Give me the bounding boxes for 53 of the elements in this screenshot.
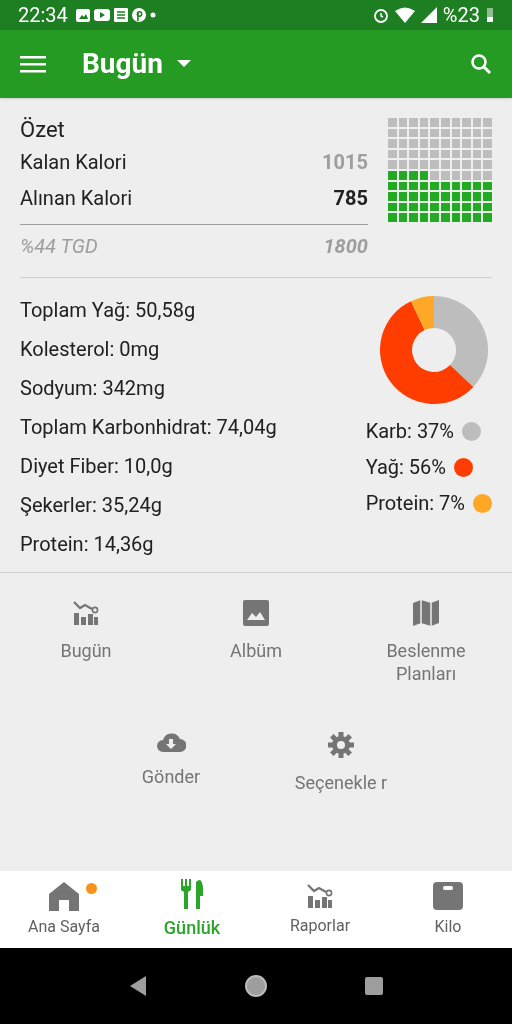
- recents-icon[interactable]: [364, 976, 384, 996]
- nutrient-text: Kolesterol: 0mg: [20, 336, 161, 363]
- battery-percent: %23: [442, 2, 480, 29]
- fork-knife-icon: [180, 878, 204, 910]
- nutrient-text: Sodyum: 342mg: [20, 375, 166, 402]
- shortcut-button[interactable]: Seçenekle r: [256, 731, 426, 863]
- settings-icon: [327, 731, 355, 759]
- summary-value: 785: [333, 185, 368, 212]
- nutrient-text: Toplam Karbonhidrat: 74,04g: [20, 414, 278, 441]
- legend-label: Yağ: 56%: [365, 456, 446, 478]
- nutrient-text: Protein: 14,36g: [20, 531, 155, 558]
- gallery-notification-icon: [75, 8, 90, 22]
- nav-tab[interactable]: Ana Sayfa: [0, 871, 128, 948]
- goal-percent: %44 TGD: [20, 233, 98, 260]
- shortcut-button[interactable]: Bugün: [1, 599, 171, 731]
- summary-title: Özet: [20, 116, 66, 144]
- search-icon[interactable]: [470, 53, 492, 75]
- shortcut-button[interactable]: Beslenme Planları: [341, 599, 511, 731]
- goal-calories: 1800: [323, 233, 368, 260]
- legend-label: Protein: 7%: [365, 492, 465, 514]
- chart-icon: [72, 599, 100, 627]
- scale-icon: [432, 880, 464, 911]
- home-icon: [48, 880, 80, 911]
- chart-icon: [306, 881, 334, 910]
- alarm-icon: [372, 7, 389, 23]
- cloud-download-icon: [156, 731, 186, 753]
- nutrient-text: Diyet Fiber: 10,0g: [20, 453, 174, 480]
- home-button-icon[interactable]: [244, 974, 268, 998]
- news-notification-icon: [113, 8, 128, 22]
- battery-icon: [486, 7, 494, 23]
- summary-value: 1015: [322, 149, 368, 176]
- date-dropdown[interactable]: Bugün: [82, 43, 191, 85]
- nav-tab[interactable]: Kilo: [384, 871, 512, 948]
- nutrient-text: Şekerler: 35,24g: [20, 492, 163, 519]
- nutrient-text: Toplam Yağ: 50,58g: [20, 297, 197, 324]
- more-notifications-dot-icon: [149, 12, 156, 18]
- nav-tab[interactable]: Raporlar: [256, 871, 384, 948]
- video-notification-icon: [93, 9, 110, 21]
- dropdown-caret-icon: [176, 60, 191, 68]
- signal-icon: [420, 7, 437, 23]
- map-icon: [412, 599, 440, 627]
- pin-notification-icon: [131, 8, 146, 22]
- status-time: 22:34: [18, 2, 68, 29]
- summary-label: Kalan Kalori: [20, 149, 127, 176]
- wifi-icon: [394, 7, 415, 23]
- shortcut-button[interactable]: Gönder: [86, 731, 256, 863]
- summary-label: Alınan Kalori: [20, 185, 133, 212]
- back-icon[interactable]: [128, 975, 148, 997]
- nav-tab[interactable]: Günlük: [128, 871, 256, 948]
- menu-icon[interactable]: [20, 54, 46, 74]
- shortcut-button[interactable]: Albüm: [171, 599, 341, 731]
- legend-label: Karb: 37%: [365, 420, 454, 442]
- image-icon: [242, 599, 270, 627]
